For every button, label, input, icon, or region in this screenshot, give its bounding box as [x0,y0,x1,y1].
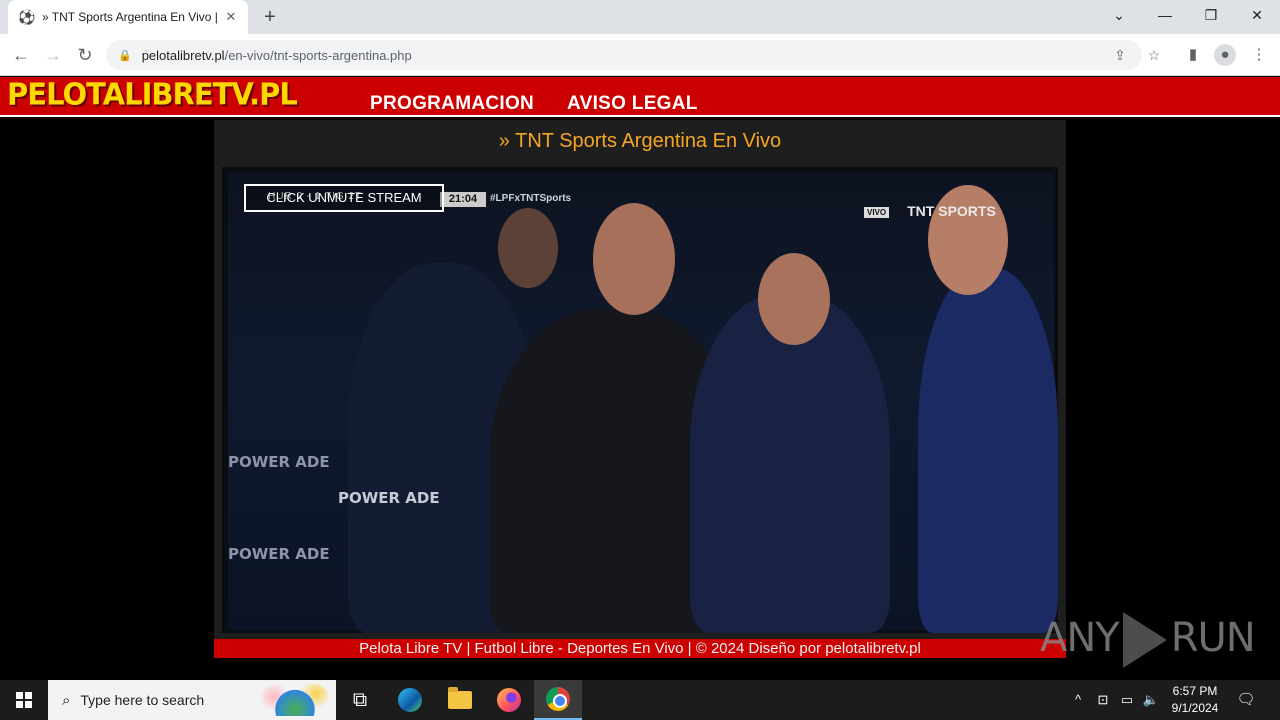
search-icon: ⌕ [62,691,71,709]
ad-board-text: POWER ADE [338,489,440,507]
video-figure-head [498,208,558,288]
nav-programacion[interactable]: PROGRAMACION [370,93,534,115]
video-figure-head [758,253,830,345]
page-title: » TNT Sports Argentina En Vivo [498,130,782,152]
edge-icon [398,688,422,712]
search-placeholder: Type here to search [80,692,205,708]
video-frame: POWER ADE POWER ADE POWER ADE [228,173,1058,633]
restore-button[interactable]: ❐ [1188,0,1234,30]
hashtag-text: #LPFxTNTSports [490,193,572,204]
play-icon [1122,612,1167,668]
browser-toolbar: ← → ↻ 🔒 pelotalibretv.pl/en-vivo/tnt-spo… [0,34,1280,76]
url-text: pelotalibretv.pl/en-vivo/tnt-sports-arge… [141,47,412,63]
nav-aviso-legal[interactable]: AVISO LEGAL [567,93,698,115]
profile-avatar-icon[interactable]: ● [1214,44,1236,66]
chrome-app[interactable] [534,680,582,720]
search-highlight-icon [260,684,330,716]
video-figure [918,268,1058,633]
chrome-icon [546,687,570,711]
windows-icon [16,692,32,708]
system-clock[interactable]: 6:57 PM 9/1/2024 [1166,683,1224,717]
firefox-app[interactable] [485,680,533,720]
minimize-button[interactable]: — [1142,0,1188,30]
volume-icon[interactable]: 🔈 [1141,690,1161,710]
soccer-ball-icon: ⚽ [18,9,36,25]
address-bar[interactable]: 🔒 pelotalibretv.pl/en-vivo/tnt-sports-ar… [106,40,1160,70]
anyrun-watermark: ANY RUN [1040,612,1256,668]
share-icon[interactable]: ⇪ [1110,45,1130,65]
network-icon[interactable]: ▭ [1117,690,1137,710]
close-icon[interactable]: ✕ [222,8,240,26]
match-clock: 21:04 [440,192,486,207]
tab-search-icon[interactable]: ⌄ [1096,0,1142,30]
site-logo[interactable]: PELOTALIBRETV.PL [7,76,298,112]
ad-board-text: POWER ADE [228,453,330,471]
video-figure-head [928,185,1008,295]
site-header: PELOTALIBRETV.PL PROGRAMACION AVISO LEGA… [0,76,1280,117]
chevron-up-icon[interactable]: ^ [1068,690,1088,710]
new-tab-button[interactable]: + [258,5,282,29]
video-player[interactable]: POWER ADE POWER ADE POWER ADE VIVO TNT SP… [222,167,1058,633]
bookmark-star-icon[interactable]: ☆ [1144,45,1164,65]
tab-title: » TNT Sports Argentina En Vivo | [42,10,218,24]
meet-now-icon[interactable]: ⊡ [1093,690,1113,710]
unmute-button[interactable]: CLICK UNMUTE STREAM [244,184,444,212]
file-explorer-app[interactable] [436,680,484,720]
reload-button[interactable]: ↻ [72,42,98,68]
site-footer: Pelota Libre TV | Futbol Libre - Deporte… [214,639,1066,658]
close-window-button[interactable]: ✕ [1234,0,1280,30]
lock-icon[interactable]: 🔒 [118,49,132,62]
start-button[interactable] [0,680,48,720]
notification-icon[interactable]: 🗨 [1234,690,1258,710]
folder-icon [448,687,472,709]
taskbar-search[interactable]: ⌕ Type here to search [48,680,336,720]
side-panel-icon[interactable]: ▮ [1182,44,1204,66]
back-button[interactable]: ← [8,42,34,68]
ad-board-text: POWER ADE [228,545,330,563]
task-view-icon[interactable]: ⧉ [336,680,384,720]
firefox-icon [497,688,521,712]
taskbar: ⌕ Type here to search ⧉ ^ ⊡ ▭ 🔈 6:57 PM … [0,680,1280,720]
video-figure-head [593,203,675,315]
live-badge: VIVO [864,206,890,218]
broadcaster-logo: VIVO TNT SPORTS [864,203,996,219]
tab-strip: ⚽ » TNT Sports Argentina En Vivo | ✕ + ⌄… [0,0,1280,34]
browser-tab[interactable]: ⚽ » TNT Sports Argentina En Vivo | ✕ [8,0,248,34]
menu-dots-icon[interactable]: ⋮ [1248,44,1270,66]
edge-app[interactable] [386,680,434,720]
forward-button[interactable]: → [40,42,66,68]
